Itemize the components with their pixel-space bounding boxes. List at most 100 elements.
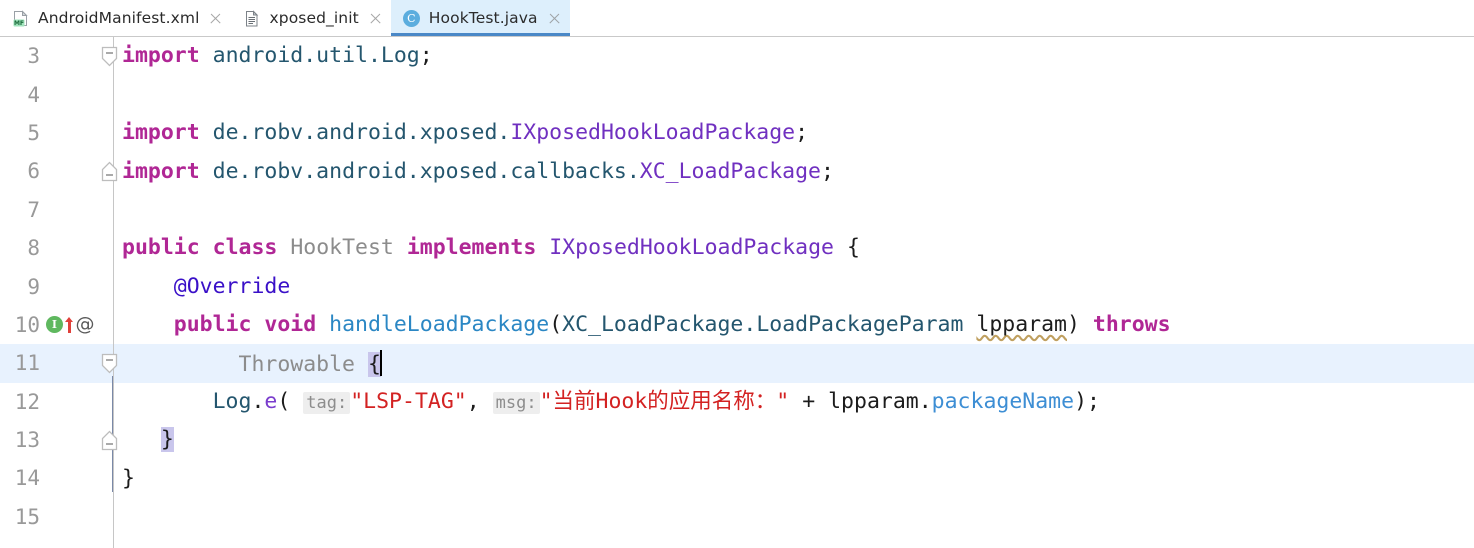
fold-column (98, 267, 120, 305)
code-text: public void handleLoadPackage(XC_LoadPac… (120, 314, 1474, 336)
token-dot: . (251, 388, 265, 414)
token-brace-matched: } (160, 427, 174, 453)
fold-marker-expanded-start-icon[interactable] (98, 37, 120, 75)
editor-line-current[interactable]: 11 Throwable { (0, 344, 1474, 383)
fold-column (98, 75, 120, 113)
token-semicolon: ; (419, 43, 433, 69)
token-package: de.robv.android.xposed. (212, 120, 511, 146)
editor-line[interactable]: 6 import de.robv.android.xposed.callback… (0, 152, 1474, 190)
token-package: de.robv.android.xposed.callbacks. (212, 158, 640, 184)
editor-line[interactable]: 15 (0, 498, 1474, 536)
fold-marker-expanded-end-icon[interactable] (98, 152, 120, 190)
token-operator-plus: + (802, 388, 816, 414)
token-dot: . (918, 388, 932, 414)
tab-hooktest-java[interactable]: C HookTest.java (390, 0, 570, 36)
token-keyword: public (173, 312, 252, 338)
token-keyword: import (122, 120, 200, 146)
fold-column (98, 191, 120, 229)
token-type: IXposedHookLoadPackage (510, 120, 796, 146)
editor-tab-bar: MF AndroidManifest.xml xposed_init C Hoo… (0, 0, 1474, 37)
code-text: @Override (120, 276, 1474, 298)
line-number: 14 (14, 466, 40, 491)
code-editor[interactable]: 3 import android.util.Log; 4 5 import de… (0, 37, 1474, 548)
token-method-name: handleLoadPackage (329, 312, 550, 338)
editor-line[interactable]: 12 Log.e( tag: "LSP-TAG", msg: "当前Hook的应用名… (0, 383, 1474, 421)
text-caret (379, 350, 382, 377)
java-class-icon: C (402, 9, 420, 27)
code-text: } (120, 467, 1474, 490)
code-text: Throwable { (120, 350, 1474, 378)
token-semicolon: ; (821, 158, 834, 184)
token-type: Throwable (238, 352, 356, 378)
line-number: 8 (27, 236, 40, 261)
text-file-icon (243, 9, 260, 27)
code-text: } (120, 427, 1474, 453)
fold-column (98, 229, 120, 267)
editor-line[interactable]: 10 I @ public void handleLoadPackage(XC_… (0, 306, 1474, 344)
fold-marker-expanded-start-icon[interactable] (98, 344, 120, 382)
code-text: import de.robv.android.xposed.IXposedHoo… (120, 122, 1474, 144)
token-string: "当前Hook的应用名称：" (539, 388, 790, 414)
token-field: packageName (931, 388, 1075, 414)
editor-line[interactable]: 8 public class HookTest implements IXpos… (0, 229, 1474, 267)
code-text: import de.robv.android.xposed.callbacks.… (120, 158, 1474, 184)
gutter-marks: I @ (42, 315, 98, 334)
code-text: import android.util.Log; (120, 45, 1474, 67)
implementing-method-icon[interactable]: I (46, 316, 63, 334)
close-icon[interactable] (369, 12, 382, 25)
tab-android-manifest-xml[interactable]: MF AndroidManifest.xml (0, 0, 231, 36)
fold-column (98, 306, 120, 344)
annotation-at-icon[interactable]: @ (76, 315, 95, 334)
token-type: IXposedHookLoadPackage (549, 235, 835, 261)
fold-marker-expanded-end-icon[interactable] (98, 421, 120, 459)
token-method-call: e (264, 388, 278, 414)
token-type: XC_LoadPackage (639, 158, 821, 184)
editor-line[interactable]: 4 (0, 75, 1474, 113)
token-type: Log (380, 43, 420, 69)
xml-manifest-icon: MF (12, 9, 29, 27)
close-icon[interactable] (209, 12, 222, 25)
token-keyword: import (122, 43, 200, 69)
token-keyword: public (122, 235, 200, 261)
editor-line[interactable]: 3 import android.util.Log; (0, 37, 1474, 75)
token-param-name: lpparam (976, 312, 1067, 338)
token-paren: ) (1067, 312, 1080, 338)
tab-label: xposed_init (269, 9, 359, 27)
line-number: 3 (27, 44, 40, 69)
fold-column (98, 114, 120, 152)
token-class-ref: Log (212, 388, 252, 414)
token-package: android.util. (212, 43, 381, 69)
token-paren: ( (549, 312, 563, 338)
token-semicolon: ; (795, 120, 809, 146)
editor-line[interactable]: 13 } (0, 421, 1474, 459)
editor-line[interactable]: 7 (0, 191, 1474, 229)
tab-xposed-init[interactable]: xposed_init (231, 0, 390, 36)
token-keyword: throws (1092, 312, 1171, 338)
token-brace: { (846, 235, 860, 261)
token-comma: , (466, 388, 480, 414)
code-text: public class HookTest implements IXposed… (120, 237, 1474, 259)
tab-label: AndroidManifest.xml (38, 9, 200, 27)
editor-line[interactable]: 5 import de.robv.android.xposed.IXposedH… (0, 114, 1474, 152)
line-number: 11 (14, 351, 40, 376)
line-number: 6 (27, 159, 40, 184)
token-paren: ( (277, 388, 291, 414)
line-number: 12 (14, 389, 40, 414)
override-arrow-icon[interactable] (64, 316, 75, 334)
line-number: 10 (14, 312, 40, 337)
editor-line[interactable]: 9 @Override (0, 267, 1474, 305)
fold-column (98, 383, 120, 421)
fold-column (98, 459, 120, 497)
line-number: 15 (14, 504, 40, 529)
tab-label: HookTest.java (428, 9, 538, 27)
close-icon[interactable] (548, 12, 561, 25)
token-class-name: HookTest (290, 235, 394, 261)
token-keyword: class (212, 235, 278, 261)
line-number: 7 (27, 197, 40, 222)
code-text: Log.e( tag: "LSP-TAG", msg: "当前Hook的应用名称："… (120, 388, 1474, 414)
parameter-hint-msg: msg: (492, 391, 540, 414)
token-keyword: void (264, 312, 317, 338)
token-keyword: import (122, 158, 200, 184)
token-string: "LSP-TAG" (350, 388, 467, 414)
editor-line[interactable]: 14 } (0, 459, 1474, 497)
